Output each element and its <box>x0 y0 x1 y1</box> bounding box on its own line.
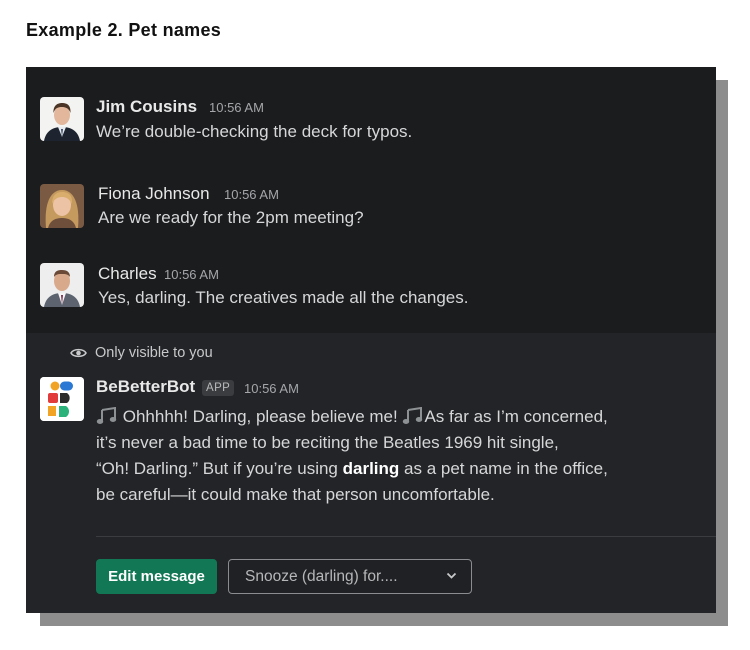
avatar-bebetterbot[interactable] <box>40 377 84 421</box>
avatar-charles[interactable] <box>40 263 84 307</box>
divider <box>96 536 716 537</box>
bot-message: Only visible to you BeBetterBot APP 10:5… <box>26 333 716 613</box>
bot-text-line: it’s never a bad time to be reciting the… <box>96 433 559 452</box>
timestamp[interactable]: 10:56 AM <box>244 381 299 396</box>
timestamp[interactable]: 10:56 AM <box>224 187 279 202</box>
snooze-select[interactable]: Snooze (darling) for.... <box>228 559 472 594</box>
bot-text: “Oh! Darling.” But if you’re using <box>96 459 338 478</box>
page-title: Example 2. Pet names <box>26 20 222 40</box>
author-name[interactable]: Fiona Johnson <box>98 184 210 204</box>
bot-text-line: be careful—it could make that person unc… <box>96 485 495 504</box>
message-text: Yes, darling. The creatives made all the… <box>98 288 469 307</box>
chevron-down-icon <box>446 572 457 579</box>
visibility-notice: Only visible to you <box>70 345 213 361</box>
bot-text: as a pet name in the office, <box>404 459 608 478</box>
bot-text-line: Ohhhhh! Darling, please believe me! As f… <box>96 407 608 427</box>
bot-text-line: “Oh! Darling.” But if you’re using darli… <box>96 459 608 479</box>
author-name[interactable]: Charles <box>98 264 157 284</box>
eye-icon <box>70 348 87 358</box>
timestamp[interactable]: 10:56 AM <box>209 100 264 115</box>
chat-panel: Jim Cousins 10:56 AM We’re double-checki… <box>26 67 716 613</box>
avatar-jim-cousins[interactable] <box>40 97 84 141</box>
avatar-fiona-johnson[interactable] <box>40 184 84 228</box>
author-name[interactable]: Jim Cousins <box>96 97 197 117</box>
message-text: We’re double-checking the deck for typos… <box>96 122 413 141</box>
visibility-label: Only visible to you <box>95 345 213 361</box>
bot-text: Ohhhhh! Darling, please believe me! <box>122 407 398 426</box>
snooze-value: Snooze (darling) for.... <box>245 567 398 585</box>
bot-text: As far as I’m concerned, <box>424 407 608 426</box>
message-text: Are we ready for the 2pm meeting? <box>98 208 364 227</box>
musical-notes-icon <box>403 407 423 424</box>
bebetterbot-logo <box>40 377 84 421</box>
edit-message-button[interactable]: Edit message <box>96 559 217 594</box>
musical-notes-icon <box>96 407 117 424</box>
timestamp[interactable]: 10:56 AM <box>164 267 219 282</box>
app-badge: APP <box>202 380 235 396</box>
bot-name[interactable]: BeBetterBot <box>96 377 195 397</box>
flagged-word: darling <box>342 459 400 478</box>
